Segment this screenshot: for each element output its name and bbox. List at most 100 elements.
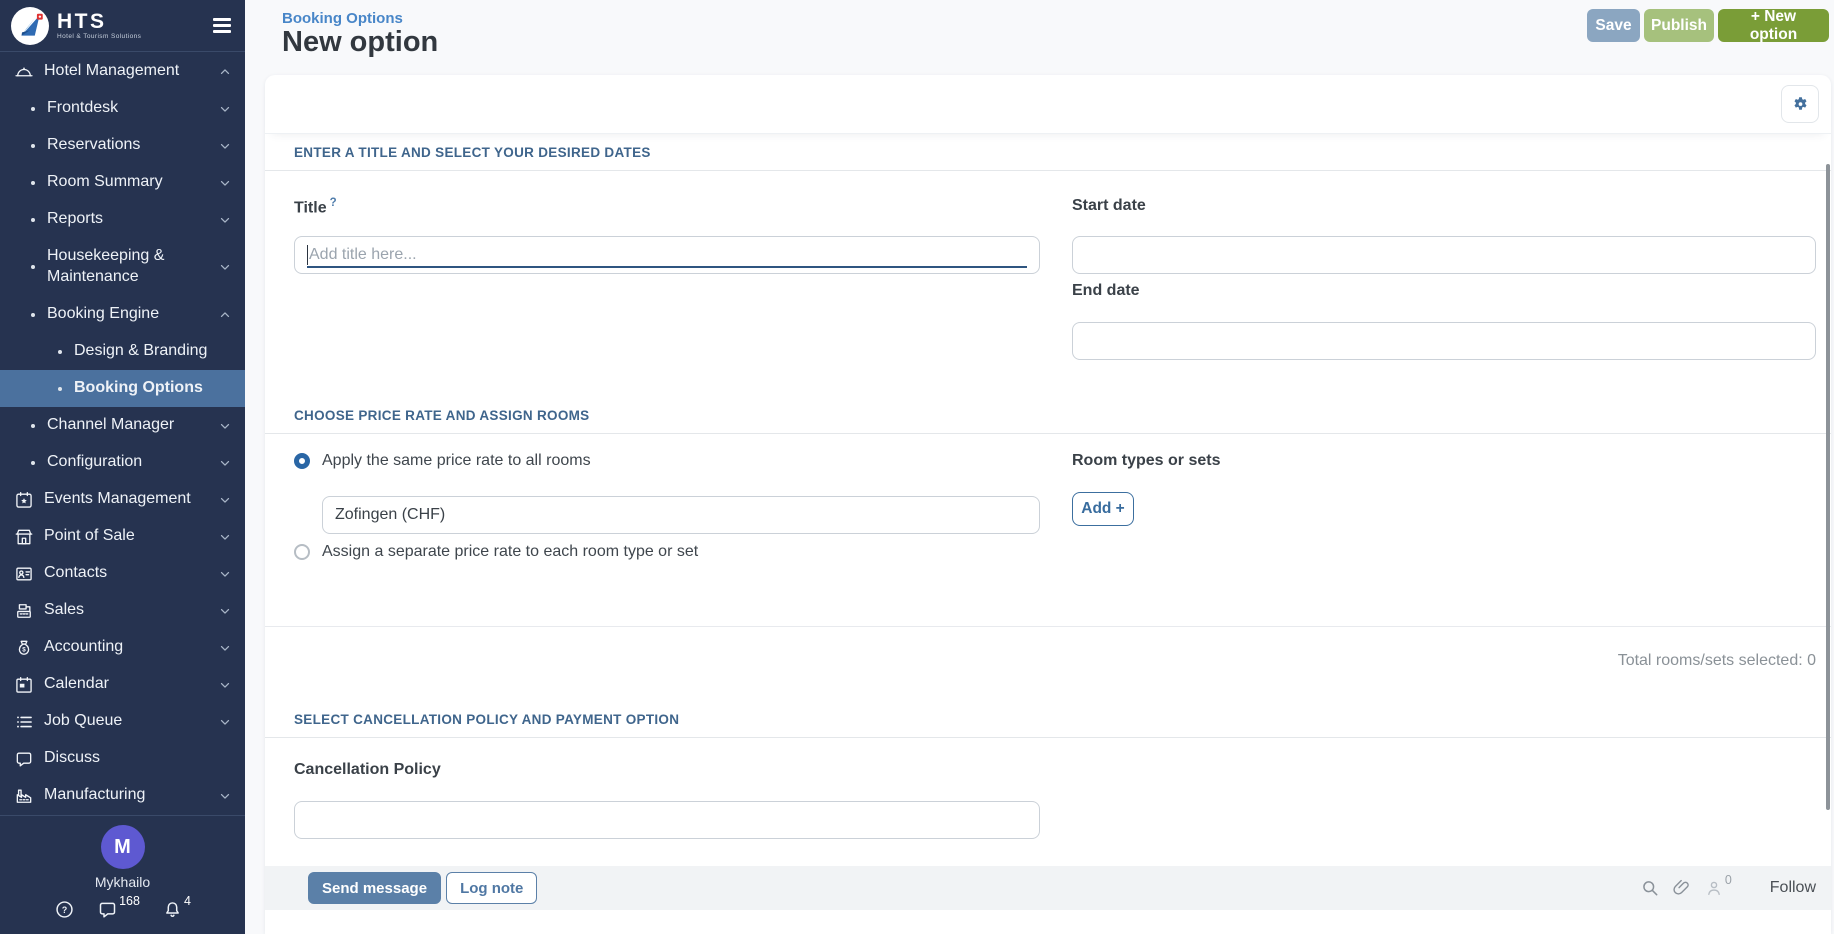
hamburger-menu-icon[interactable] bbox=[213, 18, 231, 32]
sidebar-item-frontdesk[interactable]: Frontdesk bbox=[0, 90, 245, 127]
sidebar: HTS Hotel & Tourism Solutions Hotel Mana… bbox=[0, 0, 245, 934]
vertical-scrollbar[interactable] bbox=[1826, 164, 1830, 810]
cancellation-policy-input[interactable] bbox=[294, 801, 1040, 839]
sidebar-item-events-management[interactable]: Events Management bbox=[0, 481, 245, 518]
chevron-down-icon[interactable] bbox=[218, 456, 232, 470]
section-divider bbox=[265, 626, 1831, 627]
chevron-down-icon[interactable] bbox=[218, 604, 232, 618]
calendar-icon bbox=[14, 675, 34, 695]
chevron-down-icon[interactable] bbox=[218, 260, 232, 274]
bullet-icon bbox=[31, 461, 35, 465]
title-label-text: Title bbox=[294, 199, 327, 216]
radio-separate-price-rate[interactable]: Assign a separate price rate to each roo… bbox=[294, 543, 698, 561]
sidebar-item-reports[interactable]: Reports bbox=[0, 201, 245, 238]
sidebar-item-design-branding[interactable]: Design & Branding bbox=[0, 333, 245, 370]
notifications-bell-icon[interactable]: 4 bbox=[162, 899, 191, 920]
shop-icon bbox=[14, 527, 34, 547]
chevron-down-icon[interactable] bbox=[218, 530, 232, 544]
sidebar-item-job-queue[interactable]: Job Queue bbox=[0, 703, 245, 740]
sidebar-item-configuration[interactable]: Configuration bbox=[0, 444, 245, 481]
sidebar-item-label: Events Management bbox=[44, 489, 191, 510]
sidebar-item-discuss[interactable]: Discuss bbox=[0, 740, 245, 777]
radio-unselected-icon[interactable] bbox=[294, 544, 310, 560]
chevron-down-icon[interactable] bbox=[218, 678, 232, 692]
chevron-down-icon[interactable] bbox=[218, 176, 232, 190]
sidebar-item-booking-engine[interactable]: Booking Engine bbox=[0, 296, 245, 333]
chevron-down-icon[interactable] bbox=[218, 789, 232, 803]
chevron-down-icon[interactable] bbox=[218, 213, 232, 227]
radio-selected-icon[interactable] bbox=[294, 453, 310, 469]
end-date-label: End date bbox=[1072, 282, 1140, 300]
chatter-bar: Send message Log note 0 Follow bbox=[265, 866, 1831, 910]
cloche-icon bbox=[14, 62, 34, 82]
sidebar-footer-icons: ? 168 4 bbox=[54, 899, 191, 920]
sidebar-item-channel-manager[interactable]: Channel Manager bbox=[0, 407, 245, 444]
chevron-down-icon[interactable] bbox=[218, 493, 232, 507]
notifications-count: 4 bbox=[184, 894, 191, 908]
attachment-paperclip-icon[interactable] bbox=[1672, 878, 1692, 898]
page-title: New option bbox=[282, 26, 438, 59]
bullet-icon bbox=[31, 181, 35, 185]
sidebar-item-housekeeping-maintenance[interactable]: Housekeeping & Maintenance bbox=[0, 238, 245, 296]
sidebar-item-manufacturing[interactable]: Manufacturing bbox=[0, 777, 245, 814]
followers-icon[interactable]: 0 bbox=[1704, 878, 1732, 898]
sidebar-item-reservations[interactable]: Reservations bbox=[0, 127, 245, 164]
end-date-input[interactable] bbox=[1072, 322, 1816, 360]
sidebar-item-label: Housekeeping & Maintenance bbox=[47, 246, 197, 288]
chevron-up-icon[interactable] bbox=[218, 65, 232, 79]
sidebar-item-point-of-sale[interactable]: Point of Sale bbox=[0, 518, 245, 555]
bullet-icon bbox=[31, 265, 35, 269]
bullet-icon bbox=[31, 107, 35, 111]
cancellation-policy-label: Cancellation Policy bbox=[294, 761, 441, 779]
save-button[interactable]: Save bbox=[1587, 9, 1640, 42]
title-placeholder: Add title here... bbox=[309, 246, 417, 264]
chatter-icons: 0 Follow bbox=[1640, 878, 1816, 898]
avatar[interactable]: M bbox=[101, 825, 145, 869]
breadcrumb[interactable]: Booking Options bbox=[282, 10, 403, 27]
sidebar-item-booking-options[interactable]: Booking Options bbox=[0, 370, 245, 407]
pricelist-select[interactable]: Zofingen (CHF) bbox=[322, 496, 1040, 534]
publish-button[interactable]: Publish bbox=[1644, 9, 1714, 42]
logo-tagline: Hotel & Tourism Solutions bbox=[57, 34, 141, 41]
new-option-button[interactable]: + New option bbox=[1718, 9, 1829, 42]
svg-text:$: $ bbox=[22, 646, 26, 653]
room-types-label: Room types or sets bbox=[1072, 452, 1220, 470]
help-icon[interactable]: ? bbox=[54, 899, 75, 920]
chevron-down-icon[interactable] bbox=[218, 139, 232, 153]
chevron-down-icon[interactable] bbox=[218, 567, 232, 581]
chevron-down-icon[interactable] bbox=[218, 641, 232, 655]
start-date-input[interactable] bbox=[1072, 236, 1816, 274]
messages-icon[interactable]: 168 bbox=[97, 899, 140, 920]
log-note-button[interactable]: Log note bbox=[446, 872, 537, 904]
chevron-down-icon[interactable] bbox=[218, 419, 232, 433]
sidebar-item-room-summary[interactable]: Room Summary bbox=[0, 164, 245, 201]
add-room-type-button[interactable]: Add + bbox=[1072, 492, 1134, 526]
section-heading-price: CHOOSE PRICE RATE AND ASSIGN ROOMS bbox=[265, 400, 1831, 434]
radio-same-price-rate[interactable]: Apply the same price rate to all rooms bbox=[294, 452, 591, 470]
hts-logo-icon bbox=[11, 7, 49, 45]
title-input[interactable]: Add title here... bbox=[294, 236, 1040, 274]
radio-separate-price-label: Assign a separate price rate to each roo… bbox=[322, 543, 698, 561]
chevron-down-icon[interactable] bbox=[218, 102, 232, 116]
search-icon[interactable] bbox=[1640, 878, 1660, 898]
card-header bbox=[265, 75, 1831, 134]
sidebar-item-calendar[interactable]: Calendar bbox=[0, 666, 245, 703]
send-message-button[interactable]: Send message bbox=[308, 872, 441, 904]
chevron-up-icon[interactable] bbox=[218, 308, 232, 322]
chevron-down-icon[interactable] bbox=[218, 715, 232, 729]
sidebar-item-label: Reservations bbox=[47, 135, 140, 156]
user-name: Mykhailo bbox=[95, 874, 150, 890]
factory-icon bbox=[14, 786, 34, 806]
sidebar-nav: Hotel ManagementFrontdesk Reservations Roo… bbox=[0, 53, 245, 814]
sidebar-item-contacts[interactable]: Contacts bbox=[0, 555, 245, 592]
follow-button[interactable]: Follow bbox=[1770, 879, 1816, 897]
bullet-icon bbox=[58, 387, 62, 391]
gear-icon[interactable] bbox=[1781, 85, 1819, 123]
sidebar-item-label: Reports bbox=[47, 209, 103, 230]
sidebar-item-accounting[interactable]: $Accounting bbox=[0, 629, 245, 666]
sidebar-item-label: Room Summary bbox=[47, 172, 163, 193]
sidebar-item-sales[interactable]: Sales bbox=[0, 592, 245, 629]
focus-underline bbox=[307, 266, 1027, 268]
sidebar-item-hotel-management[interactable]: Hotel Management bbox=[0, 53, 245, 90]
sidebar-item-label: Discuss bbox=[44, 748, 100, 769]
